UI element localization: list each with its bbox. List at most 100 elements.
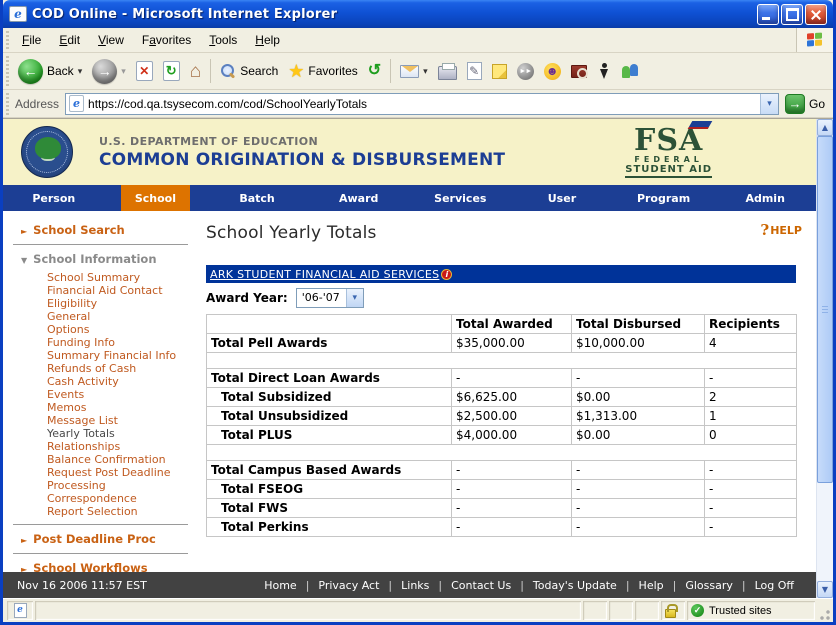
sidebar-item-report-selection[interactable]: Report Selection (47, 505, 197, 518)
sidebar-item-financial-aid-contact[interactable]: Financial Aid Contact (47, 284, 197, 297)
forward-button[interactable]: → ▾ (87, 56, 131, 87)
toolbar-grip[interactable] (5, 92, 10, 115)
home-button[interactable]: ⌂ (185, 56, 206, 87)
row-label: Total Direct Loan Awards (207, 369, 452, 388)
award-year-select[interactable]: '06-'07 ▾ (296, 288, 364, 308)
table-row: Total Pell Awards$35,000.00$10,000.004 (207, 334, 797, 353)
sidebar-item-events[interactable]: Events (47, 388, 197, 401)
close-button[interactable] (805, 4, 827, 25)
address-input[interactable]: e https://cod.qa.tsysecom.com/cod/School… (65, 93, 779, 115)
vertical-scrollbar[interactable]: ▲ ▼ (816, 119, 833, 598)
edit-button[interactable]: ✎ (462, 56, 487, 87)
sidebar-section-school-workflows[interactable]: ► School Workflows (13, 557, 198, 572)
sidebar-item-cash-activity[interactable]: Cash Activity (47, 375, 197, 388)
banner-agency: U.S. DEPARTMENT OF EDUCATION (99, 135, 505, 148)
go-label: Go (809, 97, 825, 111)
footer-link-privacy-act[interactable]: Privacy Act (318, 579, 379, 592)
refresh-button[interactable]: ↻ (158, 56, 185, 87)
cod-banner: U.S. DEPARTMENT OF EDUCATION COMMON ORIG… (3, 119, 816, 185)
sidebar-section-post-deadline-proc[interactable]: ► Post Deadline Proc (13, 528, 198, 550)
history-button[interactable]: ↺ (363, 56, 386, 87)
page-ie-icon: e (69, 95, 84, 112)
tab-services[interactable]: Services (410, 185, 512, 211)
footer-link-help[interactable]: Help (639, 579, 664, 592)
print-button[interactable] (433, 56, 462, 87)
minimize-button[interactable] (757, 4, 779, 25)
sidebar-item-request-post-deadline-processing[interactable]: Request Post Deadline Processing (47, 466, 197, 492)
footer-link-today-s-update[interactable]: Today's Update (533, 579, 617, 592)
menu-view[interactable]: View (89, 30, 133, 50)
select-dropdown-icon[interactable]: ▾ (346, 289, 363, 307)
title-bar[interactable]: e COD Online - Microsoft Internet Explor… (3, 0, 833, 28)
sidebar-item-funding-info[interactable]: Funding Info (47, 336, 197, 349)
address-dropdown-icon[interactable]: ▾ (760, 94, 778, 114)
scroll-down-icon[interactable]: ▼ (817, 581, 833, 598)
tab-person[interactable]: Person (3, 185, 105, 211)
stop-button[interactable]: ✕ (131, 56, 158, 87)
footer-link-glossary[interactable]: Glossary (685, 579, 733, 592)
school-name-link[interactable]: ARK STUDENT FINANCIAL AID SERVICES (210, 268, 439, 281)
row-value: $6,625.00 (452, 388, 572, 407)
sidebar-item-summary-financial-info[interactable]: Summary Financial Info (47, 349, 197, 362)
sidebar-item-balance-confirmation[interactable]: Balance Confirmation (47, 453, 197, 466)
windows-logo-icon (807, 32, 823, 48)
research-button[interactable] (566, 56, 592, 87)
menu-help[interactable]: Help (246, 30, 289, 50)
messenger-button[interactable] (616, 56, 644, 87)
address-url[interactable]: https://cod.qa.tsysecom.com/cod/SchoolYe… (88, 97, 760, 111)
sidebar-item-correspondence[interactable]: Correspondence (47, 492, 197, 505)
search-button[interactable]: Search (215, 56, 283, 87)
sidebar-item-school-summary[interactable]: School Summary (47, 271, 197, 284)
forward-dropdown-icon[interactable]: ▾ (121, 66, 126, 77)
menu-favorites[interactable]: Favorites (133, 30, 200, 50)
scrollbar-track[interactable] (817, 136, 833, 581)
row-value: 1 (705, 407, 797, 426)
tab-user[interactable]: User (511, 185, 613, 211)
footer-link-contact-us[interactable]: Contact Us (451, 579, 511, 592)
scroll-up-icon[interactable]: ▲ (817, 119, 833, 136)
sidebar-item-memos[interactable]: Memos (47, 401, 197, 414)
resize-grip[interactable] (817, 601, 831, 620)
sidebar-item-refunds-of-cash[interactable]: Refunds of Cash (47, 362, 197, 375)
scrollbar-thumb[interactable] (817, 136, 833, 483)
row-label: Total Campus Based Awards (207, 461, 452, 480)
sidebar-item-general[interactable]: General (47, 310, 197, 323)
info-icon[interactable]: i (441, 269, 452, 280)
footer-link-log-off[interactable]: Log Off (755, 579, 794, 592)
menu-tools[interactable]: Tools (200, 30, 246, 50)
tab-award[interactable]: Award (308, 185, 410, 211)
sidebar-nav: ► School Search ▼ School InformationScho… (3, 211, 198, 572)
notes-button[interactable] (487, 56, 512, 87)
sidebar-section-school-search[interactable]: ► School Search (13, 219, 198, 241)
menu-bar: FileEditViewFavoritesToolsHelp (3, 28, 833, 53)
sidebar-item-options[interactable]: Options (47, 323, 197, 336)
ie-icon: e (9, 6, 27, 22)
tab-batch[interactable]: Batch (206, 185, 308, 211)
tab-program[interactable]: Program (613, 185, 715, 211)
help-link[interactable]: ? HELP (760, 223, 802, 238)
mail-dropdown-icon[interactable]: ▾ (423, 66, 428, 77)
menu-edit[interactable]: Edit (50, 30, 89, 50)
footer-link-home[interactable]: Home (264, 579, 296, 592)
yahoo-messenger-button[interactable]: ☻ (539, 56, 566, 87)
favorites-button[interactable]: ★ Favorites (283, 56, 363, 87)
tab-school[interactable]: School (105, 185, 207, 211)
sidebar-item-eligibility[interactable]: Eligibility (47, 297, 197, 310)
sidebar-item-message-list[interactable]: Message List (47, 414, 197, 427)
media-button[interactable]: ►► (512, 56, 539, 87)
sidebar-item-relationships[interactable]: Relationships (47, 440, 197, 453)
back-button[interactable]: ← Back ▾ (13, 56, 87, 87)
sidebar-section-school-information[interactable]: ▼ School Information (13, 248, 198, 270)
toolbar-grip[interactable] (5, 55, 10, 87)
toolbar-grip[interactable] (5, 30, 10, 50)
navigation-toolbar: ← Back ▾ → ▾ ✕ ↻ ⌂ Search ★ Favorites ↺ (3, 53, 833, 90)
mail-button[interactable]: ▾ (395, 56, 433, 87)
back-dropdown-icon[interactable]: ▾ (78, 66, 83, 77)
menu-file[interactable]: File (13, 30, 50, 50)
footer-link-links[interactable]: Links (401, 579, 429, 592)
maximize-button[interactable] (781, 4, 803, 25)
aim-button[interactable] (592, 56, 616, 87)
tab-admin[interactable]: Admin (714, 185, 816, 211)
footer-separator: | (673, 579, 677, 592)
go-button[interactable]: → Go (779, 94, 833, 114)
